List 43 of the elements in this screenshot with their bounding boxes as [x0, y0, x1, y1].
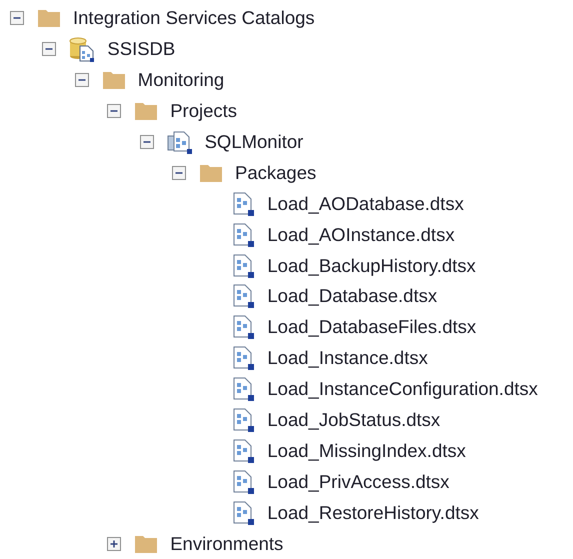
package-file-icon	[231, 408, 256, 432]
tree-item[interactable]: Load_InstanceConfiguration.dtsx	[267, 378, 538, 400]
tree-item[interactable]: SSISDB	[107, 38, 176, 60]
tree-item[interactable]: Environments	[170, 532, 284, 555]
package-file-icon	[231, 192, 256, 216]
package-file-icon	[231, 470, 256, 494]
tree-item[interactable]: SQLMonitor	[204, 131, 304, 153]
expander-toggle[interactable]	[172, 166, 186, 180]
tree-item[interactable]: Load_PrivAccess.dtsx	[267, 470, 450, 493]
tree-item[interactable]: Projects	[170, 100, 238, 122]
tree-item[interactable]: Load_MissingIndex.dtsx	[267, 440, 466, 462]
folder-icon	[134, 534, 158, 554]
expander-toggle[interactable]	[74, 73, 89, 88]
package-file-icon	[231, 222, 256, 247]
folder-icon	[199, 162, 223, 183]
expander-toggle[interactable]	[107, 536, 122, 551]
folder-icon	[37, 8, 61, 28]
tree-item[interactable]: Load_BackupHistory.dtsx	[267, 254, 476, 277]
expander-toggle[interactable]	[107, 104, 122, 118]
package-file-icon	[231, 377, 256, 402]
tree-item[interactable]: Load_DatabaseFiles.dtsx	[267, 316, 476, 338]
package-file-icon	[231, 315, 256, 340]
package-file-icon	[231, 500, 256, 525]
expander-toggle[interactable]	[10, 11, 24, 26]
expander-toggle[interactable]	[42, 42, 56, 56]
tree-item[interactable]: Load_Instance.dtsx	[267, 347, 428, 370]
tree-item[interactable]: Load_RestoreHistory.dtsx	[267, 502, 479, 524]
tree-item[interactable]: Load_Database.dtsx	[267, 285, 438, 308]
database-icon	[69, 36, 96, 62]
package-file-icon	[231, 346, 256, 370]
expander-toggle[interactable]	[140, 135, 154, 149]
package-file-icon	[231, 254, 256, 278]
tree-item[interactable]: Load_AOInstance.dtsx	[267, 224, 455, 246]
folder-icon	[134, 101, 158, 122]
tree-item[interactable]: Packages	[235, 162, 316, 184]
project-icon	[166, 130, 193, 154]
package-file-icon	[231, 438, 256, 463]
tree-item[interactable]: Load_AODatabase.dtsx	[267, 192, 464, 215]
tree-item[interactable]: Integration Services Catalogs	[73, 7, 315, 30]
tree-item[interactable]: Monitoring	[138, 69, 224, 92]
folder-icon	[102, 70, 126, 90]
package-file-icon	[231, 284, 256, 308]
tree-item[interactable]: Load_JobStatus.dtsx	[267, 409, 440, 432]
